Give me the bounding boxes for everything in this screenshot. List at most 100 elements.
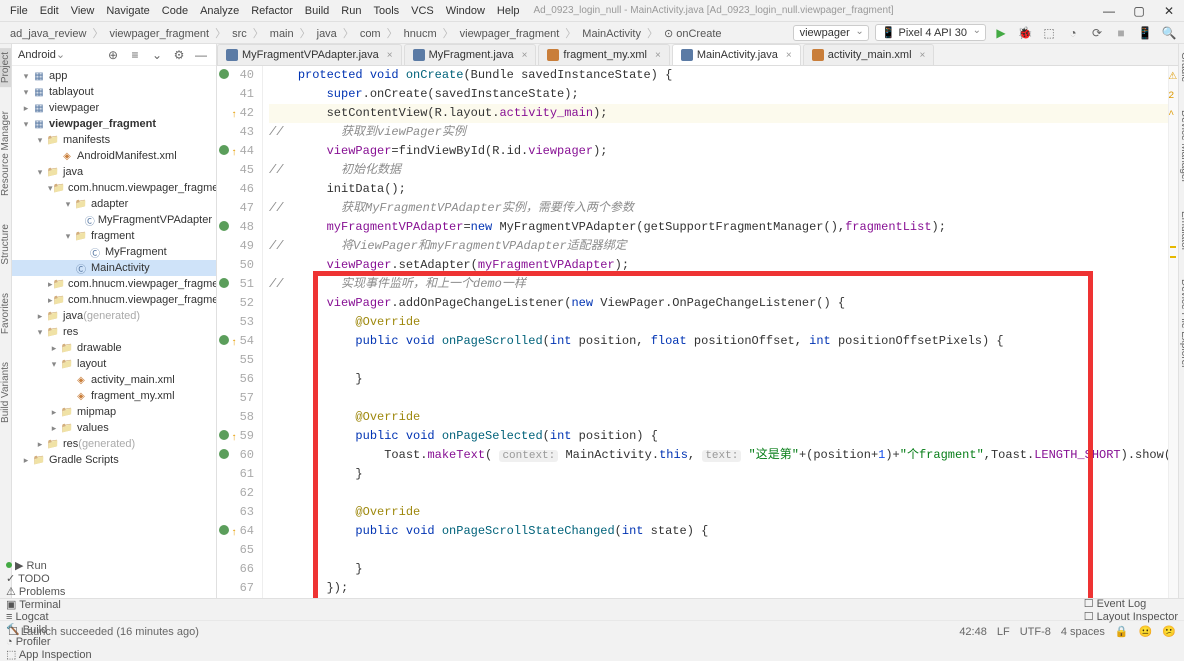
tree-node[interactable]: Ⓒ MainActivity [12,260,216,276]
tool-problems[interactable]: ⚠ Problems [6,585,92,598]
tree-twisty[interactable]: ▾ [62,231,74,242]
gutter-line[interactable]: 66 [217,560,254,579]
code-line[interactable] [269,351,1178,370]
override-mark-icon[interactable] [219,145,229,155]
rail-resource-manager[interactable]: Resource Manager [0,107,11,200]
gutter-line[interactable]: ↑42 [217,104,254,123]
rail-emulator[interactable]: Emulator [1179,207,1184,255]
rail-gradle[interactable]: Gradle [1179,48,1184,86]
tab-close-icon[interactable]: × [920,50,926,61]
code-line[interactable]: @Override [269,313,1178,332]
breadcrumb[interactable]: viewpager_fragment [456,27,564,41]
tree-node[interactable]: ▸ res (generated) [12,436,216,452]
tree-twisty[interactable]: ▸ [48,423,60,434]
tree-twisty[interactable]: ▸ [48,343,60,354]
tab-close-icon[interactable]: × [786,50,792,61]
override-mark-icon[interactable] [219,430,229,440]
code-line[interactable]: // 初始化数据 [269,161,1178,180]
minimize-icon[interactable]: — [1098,4,1120,18]
tree-node[interactable]: ▾ java [12,164,216,180]
lock-icon[interactable]: 🔒 [1115,625,1129,638]
tree-node[interactable]: ▸ com.hnucm.viewpager_fragment (test) [12,292,216,308]
tree-twisty[interactable]: ▸ [20,103,32,114]
gutter-line[interactable]: ↑44 [217,142,254,161]
sidebar-title[interactable]: Android [18,49,56,61]
gutter-line[interactable]: 40 [217,66,254,85]
code-line[interactable]: viewPager=findViewById(R.id.viewpager); [269,142,1178,161]
tree-node[interactable]: ▸ com.hnucm.viewpager_fragment (androidT… [12,276,216,292]
code-line[interactable]: myFragmentVPAdapter=new MyFragmentVPAdap… [269,218,1178,237]
face-icon[interactable]: 😐 [1139,625,1153,638]
menu-tools[interactable]: Tools [367,3,405,19]
override-mark-icon[interactable] [219,525,229,535]
tree-node[interactable]: ▸ values [12,420,216,436]
gutter-line[interactable]: 50 [217,256,254,275]
override-mark-icon[interactable] [219,278,229,288]
gutter-line[interactable]: ↑54 [217,332,254,351]
gutter-line[interactable]: 49 [217,237,254,256]
gutter-line[interactable]: 65 [217,541,254,560]
tree-node[interactable]: ▾ ▦ tablayout [12,84,216,100]
tree-twisty[interactable]: ▸ [20,455,32,466]
override-mark-icon[interactable] [219,221,229,231]
menu-view[interactable]: View [65,3,101,19]
tree-node[interactable]: Ⓒ MyFragmentVPAdapter [12,212,216,228]
tab-close-icon[interactable]: × [655,50,661,61]
menu-navigate[interactable]: Navigate [100,3,155,19]
code-line[interactable]: } [269,560,1178,579]
breadcrumb[interactable]: ⊙ onCreate [660,27,726,41]
rail-build-variants[interactable]: Build Variants [0,358,11,427]
rail-device-file-explorer[interactable]: Device File Explorer [1179,275,1184,372]
code-line[interactable]: } [269,370,1178,389]
code-line[interactable] [269,484,1178,503]
code-line[interactable]: viewPager.addOnPageChangeListener(new Vi… [269,294,1178,313]
gutter-line[interactable]: 43 [217,123,254,142]
tree-node[interactable]: ▾ fragment [12,228,216,244]
gutter-line[interactable]: 45 [217,161,254,180]
tree-twisty[interactable]: ▸ [48,407,60,418]
error-stripe[interactable]: ⚠ 2 ^ [1168,66,1178,598]
tree-twisty[interactable]: ▾ [34,327,46,338]
run-icon[interactable]: ▶ [992,24,1010,42]
breadcrumb[interactable]: main [266,27,298,41]
tree-twisty[interactable]: ▾ [34,167,46,178]
code-line[interactable]: @Override [269,503,1178,522]
tree-node[interactable]: ▾ manifests [12,132,216,148]
code-line[interactable]: // 将ViewPager和myFragmentVPAdapter适配器绑定 [269,237,1178,256]
tree-twisty[interactable]: ▾ [62,199,74,210]
code-line[interactable]: public void onPageScrollStateChanged(int… [269,522,1178,541]
code-line[interactable] [269,541,1178,560]
tree-twisty[interactable]: ▸ [34,311,46,322]
tool-app-inspection[interactable]: ⬚ App Inspection [6,648,92,661]
code-line[interactable] [269,389,1178,408]
tree-node[interactable]: ▾ adapter [12,196,216,212]
profile-icon[interactable]: ◔ [1064,24,1082,42]
gutter-line[interactable]: 61 [217,465,254,484]
tree-node[interactable]: ▸ Gradle Scripts [12,452,216,468]
override-mark-icon[interactable] [219,69,229,79]
menu-analyze[interactable]: Analyze [194,3,245,19]
code-line[interactable]: // 实现事件监听，和上一个demo一样 [269,275,1178,294]
inspection-badge[interactable]: ⚠ 2 ^ [1168,68,1177,125]
maximize-icon[interactable]: ▢ [1128,4,1150,18]
code-line[interactable]: // 获取MyFragmentVPAdapter实例，需要传入两个参数 [269,199,1178,218]
tree-node[interactable]: ◈ AndroidManifest.xml [12,148,216,164]
breadcrumb[interactable]: java [313,27,341,41]
code-editor[interactable]: 4041↑4243↑44454647484950515253↑545556575… [217,66,1178,598]
sync-icon[interactable]: 🔍 [1160,24,1178,42]
menu-help[interactable]: Help [491,3,526,19]
tree-twisty[interactable]: ▾ [20,119,32,130]
gutter[interactable]: 4041↑4243↑44454647484950515253↑545556575… [217,66,263,598]
breadcrumb[interactable]: ad_java_review [6,27,90,41]
gutter-line[interactable]: ↑59 [217,427,254,446]
gutter-line[interactable]: 41 [217,85,254,104]
override-mark-icon[interactable] [219,449,229,459]
tab-close-icon[interactable]: × [522,50,528,61]
face2-icon[interactable]: 😕 [1162,625,1176,638]
tree-node[interactable]: ▾ res [12,324,216,340]
code-line[interactable]: protected void onCreate(Bundle savedInst… [269,66,1178,85]
tool-todo[interactable]: ✓ TODO [6,572,92,585]
code-line[interactable]: } [269,465,1178,484]
gutter-line[interactable]: ↑64 [217,522,254,541]
gutter-line[interactable]: 58 [217,408,254,427]
